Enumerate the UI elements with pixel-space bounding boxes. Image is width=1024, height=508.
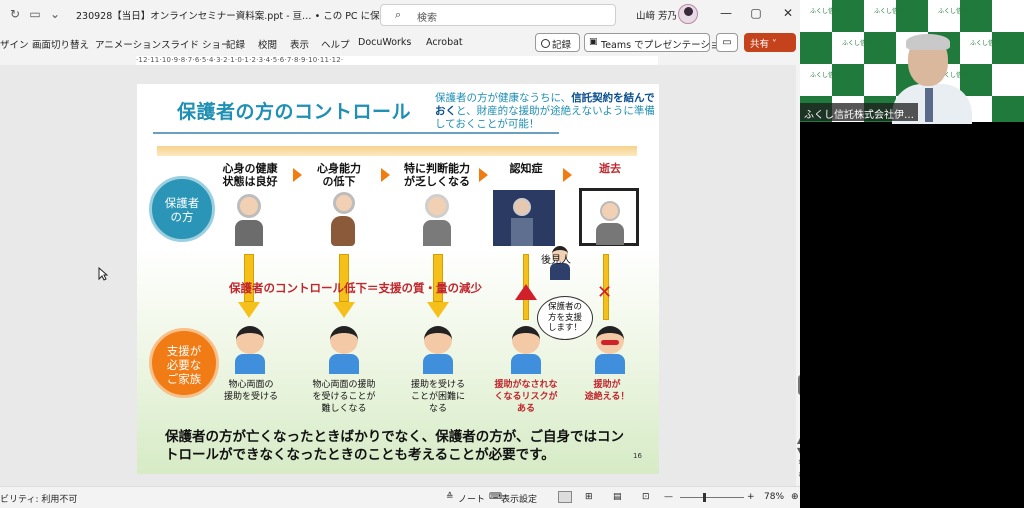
tab-docuworks[interactable]: DocuWorks — [358, 37, 411, 48]
tab-review[interactable]: 校閲 — [258, 37, 277, 51]
family-member-crying-illustration — [593, 326, 627, 374]
intro-text: 保護者の方が健康なうちに、信託契約を結んでおくと、財産的な援助が途絶えないように… — [435, 92, 655, 130]
accessibility-status[interactable]: ビリティ: 利用不可 — [0, 492, 77, 505]
reading-view-icon[interactable]: ▤ — [613, 492, 622, 502]
user-name: 山﨑 芳乃 — [636, 11, 678, 22]
tab-acrobat[interactable]: Acrobat — [426, 37, 463, 48]
notes-icon[interactable]: ≙ — [446, 492, 454, 502]
stage-judgment: 特に判断能力 が乏しくなる — [404, 162, 470, 188]
tab-slideshow[interactable]: スライド ショー — [161, 37, 231, 51]
tab-animations[interactable]: アニメーション — [95, 37, 161, 51]
brand-logo-tile: ふくし信託 — [842, 40, 873, 47]
tab-view[interactable]: 表示 — [290, 37, 309, 51]
share-button[interactable]: 共有 ˅ — [744, 33, 796, 52]
teams-icon: ▣ — [589, 37, 598, 47]
normal-view-icon[interactable] — [558, 491, 572, 503]
bottom-message: 保護者の方が亡くなったときばかりでなく、保護者の方が、ご自身ではコントロールがで… — [165, 429, 624, 463]
elderly-healthy-illustration — [231, 190, 267, 246]
tab-help[interactable]: ヘルプ — [321, 37, 350, 51]
status-bar: ビリティ: 利用不可 ≙ ノート ⌨ 表示設定 ⊞ ▤ ⊡ — + 78% ⊕ — [0, 486, 812, 508]
ruler-ticks: ·12·11·10·9·8·7·6·5·4·3·2·1·0·1·2·3·4·5·… — [136, 56, 658, 65]
caption-decline: 物心両面の援助 を受けることが 難しくなる — [312, 380, 376, 414]
slideshow-icon[interactable]: ⊡ — [642, 492, 650, 502]
record-button[interactable]: 記録 — [535, 33, 580, 52]
timeline-band — [157, 146, 637, 156]
family-member-worried-illustration — [509, 326, 543, 374]
minimize-icon[interactable]: — — [716, 6, 736, 20]
search-input[interactable]: ⌕ 検索 — [380, 4, 616, 26]
zoom-out-icon[interactable]: — — [664, 492, 673, 502]
notes-button[interactable]: ノート — [458, 492, 485, 505]
arrow-right-icon — [381, 168, 390, 182]
zoom-slider[interactable] — [680, 497, 744, 498]
comment-icon: ▭ — [722, 37, 732, 48]
memorial-portrait-illustration — [579, 188, 639, 246]
search-placeholder: 検索 — [417, 13, 437, 24]
title-bar: ↻ ▭ ⌄ 230928【当日】オンラインセミナー資料案.ppt - 亘… • … — [0, 0, 812, 30]
family-member-illustration — [327, 326, 361, 374]
brand-logo-tile: ふくし信託 — [970, 40, 1001, 47]
slide-title: 保護者の方のコントロール — [177, 101, 412, 123]
restore-icon[interactable]: ▢ — [746, 6, 766, 20]
stage-healthy: 心身の健康 状態は良好 — [222, 162, 278, 188]
slide-sorter-icon[interactable]: ⊞ — [585, 492, 593, 502]
tab-design[interactable]: ザイン — [0, 37, 29, 51]
ribbon-tabs: ザイン 画面切り替え アニメーション スライド ショー 記録 校閲 表示 ヘルプ… — [0, 30, 812, 56]
family-member-illustration — [421, 326, 455, 374]
speech-bubble: 保護者の 方を支援 します！ — [537, 296, 593, 340]
more-commands-icon[interactable]: ⌄ — [48, 7, 62, 21]
zoom-slider-thumb[interactable] — [703, 493, 706, 502]
control-decline-text: 保護者のコントロール低下＝支援の質・量の減少 — [229, 281, 482, 295]
elderly-decline-illustration — [325, 190, 361, 246]
brand-logo-tile: ふくし信託 — [810, 8, 841, 15]
brand-logo-tile: ふくし信託 — [874, 8, 905, 15]
guardian-label: 後見人 — [541, 255, 571, 266]
presentation-icon[interactable]: ▭ — [28, 7, 42, 21]
family-circle: 支援が必要なご家族 — [149, 328, 219, 398]
close-icon[interactable]: ✕ — [778, 6, 798, 20]
comment-button[interactable]: ▭ — [716, 33, 738, 52]
elderly-confused-illustration — [419, 190, 455, 246]
zoom-in-icon[interactable]: + — [747, 492, 755, 502]
tab-record[interactable]: 記録 — [226, 37, 245, 51]
autosave-icon[interactable]: ↻ — [8, 7, 22, 21]
title-underline — [153, 132, 559, 134]
dementia-illustration — [493, 190, 555, 246]
arrow-right-icon — [293, 168, 302, 182]
arrow-right-icon — [479, 168, 488, 182]
fit-slide-icon[interactable]: ⊕ — [791, 492, 799, 502]
document-title[interactable]: 230928【当日】オンラインセミナー資料案.ppt - 亘… • この PC … — [76, 8, 416, 22]
warning-icon — [515, 284, 537, 300]
avatar[interactable] — [678, 4, 698, 24]
caption-judgment: 援助を受ける ことが困難に なる — [410, 380, 465, 414]
guardian-circle: 保護者の方 — [149, 176, 215, 242]
brand-logo-tile: ふくし信託 — [938, 8, 969, 15]
search-icon: ⌕ — [395, 8, 402, 21]
arrow-right-icon — [563, 168, 572, 182]
brand-logo-tile: ふくし信託 — [810, 72, 841, 79]
caption-healthy: 物心両面の 援助を受ける — [223, 380, 278, 402]
cross-icon: ✕ — [597, 282, 613, 303]
mouse-cursor-icon — [98, 266, 109, 281]
powerpoint-window: ↻ ▭ ⌄ 230928【当日】オンラインセミナー資料案.ppt - 亘… • … — [0, 0, 812, 508]
stage-dementia: 認知症 — [509, 162, 543, 175]
caption-dementia: 援助がなされな くなるリスクが ある — [494, 380, 558, 414]
slide-canvas[interactable]: 保護者の方のコントロール 保護者の方が健康なうちに、信託契約を結んでおくと、財産… — [137, 84, 659, 474]
stage-death: 逝去 — [599, 162, 621, 175]
tab-transitions[interactable]: 画面切り替え — [32, 37, 89, 51]
family-member-illustration — [233, 326, 267, 374]
video-panel-background — [800, 122, 1024, 508]
view-settings-button[interactable]: 表示設定 — [501, 492, 537, 505]
participant-name: ふくし信託株式会社伊… — [800, 103, 918, 121]
caption-death: 援助が 途絶える！ — [584, 380, 630, 402]
stage-decline: 心身能力 の低下 — [317, 162, 361, 188]
zoom-level[interactable]: 78% — [764, 492, 784, 502]
teams-present-button[interactable]: ▣ Teams でプレゼンテーション — [584, 33, 729, 52]
slide-number: 16 — [633, 452, 642, 460]
